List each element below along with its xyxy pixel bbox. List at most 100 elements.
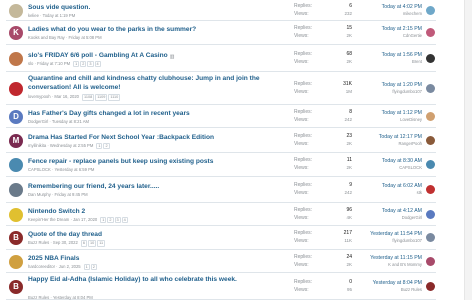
last-post-user[interactable]: DodgerGirl bbox=[352, 215, 422, 221]
page-link[interactable]: 4 bbox=[121, 216, 128, 223]
page-link[interactable]: 1110 bbox=[108, 94, 121, 101]
last-post-time[interactable]: Today at 4:02 PM bbox=[352, 4, 422, 11]
page-link[interactable]: 3 bbox=[87, 60, 94, 67]
thread-row[interactable]: D Has Father's Day gifts changed a lot in… bbox=[6, 105, 436, 128]
thread-title[interactable]: Remembering our friend, 24 years later..… bbox=[28, 183, 286, 192]
avatar[interactable] bbox=[9, 183, 23, 197]
last-post-time[interactable]: Today at 12:17 PM bbox=[352, 134, 422, 141]
last-poster-avatar[interactable] bbox=[426, 209, 435, 219]
page-link[interactable]: 3 bbox=[114, 216, 121, 223]
thread-title[interactable]: 2025 NBA Finals bbox=[28, 255, 286, 264]
thread-row[interactable]: Quarantine and chill and kindness chatty… bbox=[6, 72, 436, 105]
last-poster-avatar[interactable] bbox=[426, 83, 435, 93]
last-post-user[interactable]: CAPSLOCK bbox=[352, 165, 422, 171]
avatar[interactable]: B bbox=[9, 231, 23, 245]
avatar[interactable] bbox=[9, 81, 23, 96]
thread-author[interactable]: Buzz Rules bbox=[28, 295, 49, 300]
page-link[interactable]: 2 bbox=[90, 263, 97, 270]
thread-author[interactable]: CAPSLOCK bbox=[28, 167, 51, 172]
thread-author[interactable]: mylilnikita bbox=[28, 143, 46, 148]
avatar[interactable]: K bbox=[9, 26, 23, 40]
scrollbar[interactable] bbox=[464, 0, 472, 300]
avatar[interactable]: M bbox=[9, 133, 23, 148]
last-poster-avatar[interactable] bbox=[426, 28, 435, 37]
last-poster-avatar[interactable] bbox=[426, 281, 435, 291]
page-link[interactable]: 2 bbox=[103, 142, 110, 149]
page-link[interactable]: 1108 bbox=[82, 94, 95, 101]
last-post-user[interactable]: K and B's Mommy bbox=[352, 262, 422, 268]
thread-row[interactable]: Nintendo Switch 2 Keepin'Her the Dream · … bbox=[6, 203, 436, 226]
page-link[interactable]: 1 bbox=[100, 216, 107, 223]
thread-row[interactable]: slo's FRIDAY 6/6 poll - Gambling At A Ca… bbox=[6, 45, 436, 72]
last-post-user[interactable]: Brent bbox=[352, 59, 422, 65]
thread-title[interactable]: slo's FRIDAY 6/6 poll - Gambling At A Ca… bbox=[28, 52, 286, 61]
thread-title[interactable]: Quarantine and chill and kindness chatty… bbox=[28, 75, 286, 93]
page-link[interactable]: 4 bbox=[94, 60, 101, 67]
thread-title[interactable]: Has Father's Day gifts changed a lot in … bbox=[28, 110, 286, 119]
thread-row[interactable]: K Ladies what do you wear to the parks in… bbox=[6, 21, 436, 45]
last-poster-avatar[interactable] bbox=[426, 5, 435, 15]
thread-author[interactable]: Kooks and Bay Ray bbox=[28, 35, 65, 40]
last-poster-avatar[interactable] bbox=[426, 233, 435, 242]
page-link[interactable]: 11 bbox=[97, 240, 106, 247]
last-poster-avatar[interactable] bbox=[426, 135, 435, 145]
avatar[interactable] bbox=[9, 254, 23, 269]
last-post-time[interactable]: Yesterday at 11:54 PM bbox=[352, 231, 422, 238]
thread-row[interactable]: Fence repair - replace panels but keep u… bbox=[6, 153, 436, 177]
thread-title[interactable]: Fence repair - replace panels but keep u… bbox=[28, 158, 286, 167]
last-post-time[interactable]: Today at 4:12 AM bbox=[352, 208, 422, 215]
avatar[interactable] bbox=[9, 158, 23, 172]
thread-author[interactable]: Buzz Rules bbox=[28, 240, 49, 245]
last-post-user[interactable]: stk bbox=[352, 190, 422, 196]
last-poster-avatar[interactable] bbox=[426, 256, 435, 266]
thread-row[interactable]: B Quote of the day thread Buzz Rules · Sep… bbox=[6, 226, 436, 250]
page-link[interactable]: 1109 bbox=[95, 94, 108, 101]
thread-author[interactable]: lovemypooh bbox=[28, 94, 51, 99]
last-post-user[interactable]: flyingdumbo107 bbox=[352, 238, 422, 244]
thread-title[interactable]: Quote of the day thread bbox=[28, 231, 286, 240]
avatar[interactable] bbox=[9, 207, 23, 222]
page-link[interactable]: 1 bbox=[83, 263, 90, 270]
thread-author[interactable]: Dan Murphy bbox=[28, 192, 51, 197]
thread-title[interactable]: Drama Has Started For Next School Year :… bbox=[28, 134, 286, 143]
page-link[interactable]: 1 bbox=[73, 60, 80, 67]
last-poster-avatar[interactable] bbox=[426, 185, 435, 194]
last-post-user[interactable]: Buzz Rules bbox=[352, 287, 422, 293]
last-post-time[interactable]: Yesterday at 11:15 PM bbox=[352, 255, 422, 262]
thread-author[interactable]: keliee bbox=[28, 13, 39, 18]
last-post-time[interactable]: Yesterday at 8:04 PM bbox=[352, 280, 422, 287]
last-post-time[interactable]: Today at 1:12 PM bbox=[352, 110, 422, 117]
last-post-time[interactable]: Today at 8:30 AM bbox=[352, 158, 422, 165]
last-post-time[interactable]: Today at 6:02 AM bbox=[352, 183, 422, 190]
last-post-time[interactable]: Today at 2:15 PM bbox=[352, 26, 422, 33]
avatar[interactable]: D bbox=[9, 109, 23, 124]
page-link[interactable]: 6 bbox=[80, 240, 87, 247]
last-post-user[interactable]: RangerPooh bbox=[352, 141, 422, 147]
thread-title[interactable]: Happy Eid al-Adha (Islamic Holiday) to a… bbox=[28, 276, 286, 285]
thread-row[interactable]: Remembering our friend, 24 years later..… bbox=[6, 177, 436, 203]
last-post-user[interactable]: CdnGertie bbox=[352, 33, 422, 39]
last-post-user[interactable]: flyingdumbo107 bbox=[352, 89, 422, 95]
thread-author[interactable]: Keepin'Her the Dream bbox=[28, 217, 69, 222]
page-link[interactable]: 1 bbox=[96, 142, 103, 149]
thread-author[interactable]: DodgerGirl bbox=[28, 119, 48, 124]
thread-author[interactable]: slo bbox=[28, 61, 33, 66]
page-link[interactable]: 10 bbox=[87, 240, 97, 247]
thread-title[interactable]: Sous vide question. bbox=[28, 4, 286, 13]
page-link[interactable]: 2 bbox=[107, 216, 114, 223]
last-poster-avatar[interactable] bbox=[426, 111, 435, 121]
page-link[interactable]: 2 bbox=[80, 60, 87, 67]
thread-row[interactable]: B Happy Eid al-Adha (Islamic Holiday) to … bbox=[6, 273, 436, 300]
last-post-time[interactable]: Today at 1:20 PM bbox=[352, 82, 422, 89]
thread-author[interactable]: hardcoreeditor bbox=[28, 264, 55, 269]
last-post-time[interactable]: Today at 1:56 PM bbox=[352, 52, 422, 59]
thread-row[interactable]: Sous vide question. keliee · Today at 1:1… bbox=[6, 0, 436, 21]
last-poster-avatar[interactable] bbox=[426, 53, 435, 63]
avatar[interactable] bbox=[9, 51, 23, 66]
last-post-user[interactable]: mikechem bbox=[352, 11, 422, 17]
avatar[interactable] bbox=[9, 3, 23, 18]
last-poster-avatar[interactable] bbox=[426, 160, 435, 169]
thread-title[interactable]: Nintendo Switch 2 bbox=[28, 208, 286, 217]
last-post-user[interactable]: LoveDisney bbox=[352, 117, 422, 123]
avatar[interactable]: B bbox=[9, 279, 23, 294]
